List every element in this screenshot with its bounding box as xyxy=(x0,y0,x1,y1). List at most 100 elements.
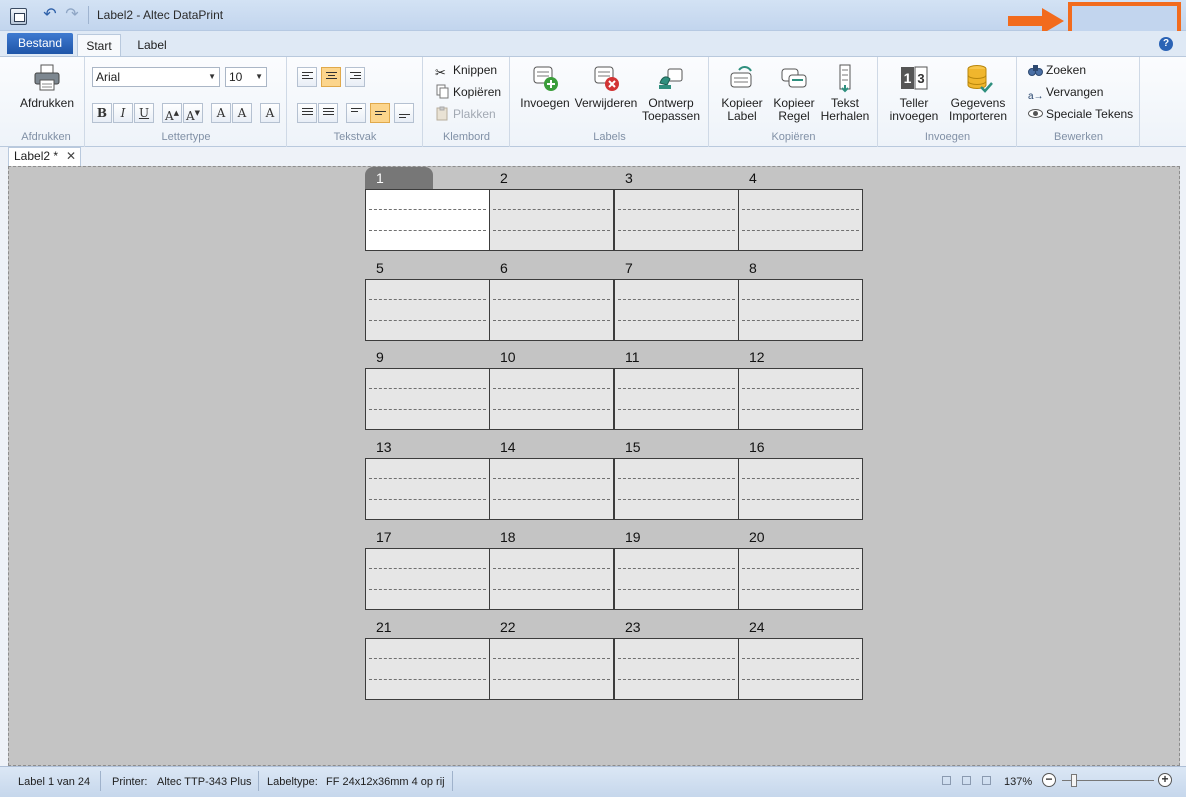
group-label-lettertype: Lettertype xyxy=(161,131,211,143)
paste-button[interactable]: Plakken xyxy=(435,105,496,123)
label-cell[interactable] xyxy=(738,458,863,520)
label-cell[interactable] xyxy=(614,189,739,251)
label-cell[interactable] xyxy=(489,279,614,341)
delete-label-button[interactable]: Verwijderen xyxy=(573,63,639,110)
group-lettertype: Arial ▼ 10 ▼ B I U A▲ A▼ A A A Lettertyp… xyxy=(86,57,287,148)
group-klembord: ✂ Knippen Kopiëren Plakken Klembord xyxy=(424,57,510,148)
label-cell[interactable] xyxy=(365,189,490,251)
import-data-button[interactable]: Gegevens Importeren xyxy=(945,63,1011,123)
align-left-button[interactable] xyxy=(297,67,317,87)
text-line xyxy=(493,568,610,569)
label-number: 10 xyxy=(500,349,516,365)
label-cell[interactable] xyxy=(738,638,863,700)
label-cell[interactable] xyxy=(738,189,863,251)
label-cell[interactable] xyxy=(365,548,490,610)
close-icon[interactable]: ✕ xyxy=(66,148,76,165)
valign-top-button[interactable] xyxy=(346,103,366,123)
label-cell[interactable] xyxy=(489,548,614,610)
label-cell[interactable] xyxy=(365,368,490,430)
label-cell[interactable] xyxy=(614,548,739,610)
font-size-select[interactable]: 10 ▼ xyxy=(225,67,267,87)
bold-button[interactable]: B xyxy=(92,103,112,123)
label-cell[interactable] xyxy=(614,638,739,700)
label-number: 23 xyxy=(625,619,641,635)
expand-spacing-button[interactable]: A xyxy=(211,103,231,123)
eye-icon xyxy=(1028,106,1043,121)
label-number: 13 xyxy=(376,439,392,455)
apply-design-button[interactable]: Ontwerp Toepassen xyxy=(639,63,703,123)
replace-button[interactable]: a→ Vervangen xyxy=(1028,83,1103,102)
text-line xyxy=(369,209,486,210)
special-chars-button[interactable]: Speciale Tekens xyxy=(1028,105,1133,123)
grow-font-button[interactable]: A▲ xyxy=(162,103,182,123)
label-cell[interactable] xyxy=(365,279,490,341)
tab-start[interactable]: Start xyxy=(77,34,121,57)
copy-label-button[interactable]: Kopieer Label xyxy=(716,63,768,123)
text-line xyxy=(618,589,735,590)
repeat-text-text-1: Tekst xyxy=(830,96,859,110)
file-tab[interactable]: Bestand xyxy=(7,33,73,54)
align-center-button[interactable] xyxy=(321,67,341,87)
text-line xyxy=(618,388,735,389)
help-icon[interactable]: ? xyxy=(1159,37,1173,51)
label-cell[interactable] xyxy=(738,279,863,341)
text-line xyxy=(618,499,735,500)
database-icon xyxy=(967,65,993,93)
line-spacing-increase-button[interactable] xyxy=(297,103,317,123)
special-chars-label: Speciale Tekens xyxy=(1046,107,1134,121)
find-label: Zoeken xyxy=(1046,63,1087,77)
align-right-button[interactable] xyxy=(345,67,365,87)
document-tab-label: Label2 * xyxy=(14,149,59,163)
find-button[interactable]: Zoeken xyxy=(1028,61,1086,79)
label-cell[interactable] xyxy=(614,279,739,341)
repeat-text-button[interactable]: Tekst Herhalen xyxy=(818,63,872,123)
label-cell[interactable] xyxy=(489,189,614,251)
valign-middle-button[interactable] xyxy=(370,103,390,123)
label-number: 21 xyxy=(376,619,392,635)
view-grid-icon[interactable] xyxy=(982,776,991,785)
zoom-out-icon[interactable]: − xyxy=(1042,773,1056,787)
text-line xyxy=(493,589,610,590)
printer-caption: Printer: xyxy=(112,776,148,788)
app-menu-icon[interactable] xyxy=(10,8,27,25)
label-cell[interactable] xyxy=(365,458,490,520)
group-label-kopieren: Kopiëren xyxy=(771,131,816,143)
shrink-font-button[interactable]: A▼ xyxy=(183,103,203,123)
zoom-level: 137% xyxy=(1004,776,1033,788)
text-height-button[interactable]: A xyxy=(260,103,280,123)
label-number: 11 xyxy=(625,349,640,365)
print-button-label: Afdrukken xyxy=(19,96,75,110)
text-line xyxy=(618,658,735,659)
underline-button[interactable]: U xyxy=(134,103,154,123)
text-line xyxy=(369,388,486,389)
label-cell[interactable] xyxy=(489,368,614,430)
italic-button[interactable]: I xyxy=(113,103,133,123)
view-page-icon[interactable] xyxy=(962,776,971,785)
view-single-icon[interactable] xyxy=(942,776,951,785)
zoom-slider-thumb[interactable] xyxy=(1071,774,1077,787)
label-cell[interactable] xyxy=(365,638,490,700)
document-tab[interactable]: Label2 * ✕ xyxy=(8,147,81,166)
tab-label[interactable]: Label xyxy=(128,34,176,57)
cut-button[interactable]: ✂ Knippen xyxy=(435,61,497,80)
print-button[interactable]: Afdrukken xyxy=(12,63,82,110)
condense-spacing-button[interactable]: A xyxy=(232,103,252,123)
valign-bottom-button[interactable] xyxy=(394,103,414,123)
label-cell[interactable] xyxy=(614,458,739,520)
insert-label-button[interactable]: Invoegen xyxy=(517,63,573,110)
undo-icon[interactable]: ↶ xyxy=(40,5,60,25)
label-cell[interactable] xyxy=(738,368,863,430)
text-line xyxy=(369,299,486,300)
label-cell[interactable] xyxy=(489,458,614,520)
label-cell[interactable] xyxy=(738,548,863,610)
copy-button[interactable]: Kopiëren xyxy=(435,83,501,101)
insert-label-text: Invoegen xyxy=(520,96,570,110)
label-cell[interactable] xyxy=(614,368,739,430)
redo-icon[interactable]: ↷ xyxy=(62,5,82,25)
line-spacing-decrease-button[interactable] xyxy=(318,103,338,123)
insert-counter-button[interactable]: 1 3 Teller invoegen xyxy=(885,63,943,123)
font-family-select[interactable]: Arial ▼ xyxy=(92,67,220,87)
label-cell[interactable] xyxy=(489,638,614,700)
copy-row-button[interactable]: Kopieer Regel xyxy=(768,63,820,123)
zoom-in-icon[interactable]: + xyxy=(1158,773,1172,787)
